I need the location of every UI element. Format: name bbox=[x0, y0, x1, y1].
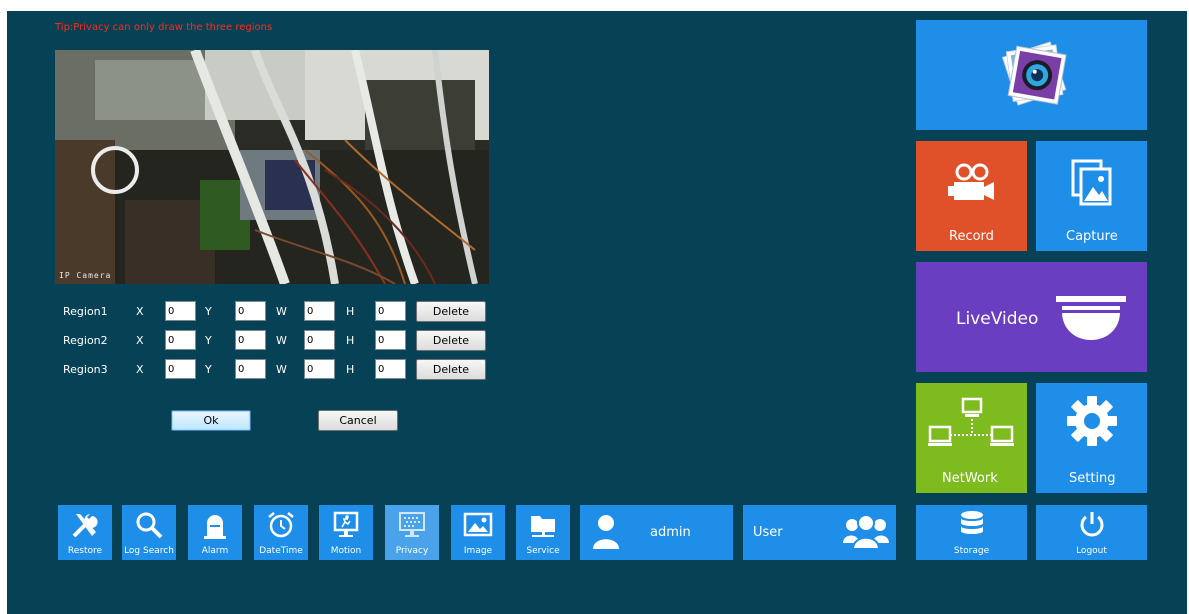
logout-tile[interactable]: Logout bbox=[1036, 505, 1147, 560]
camera-frame-image bbox=[55, 50, 489, 284]
alarm-label: Alarm bbox=[201, 546, 229, 556]
photo-gallery-tile[interactable] bbox=[916, 20, 1147, 130]
record-tile[interactable]: Record bbox=[916, 141, 1027, 251]
region3-w-input[interactable] bbox=[304, 359, 335, 379]
privacy-tip: Tip:Privacy can only draw the three regi… bbox=[55, 22, 273, 33]
user-label: User bbox=[753, 525, 783, 540]
h-label: H bbox=[346, 334, 355, 347]
region2-h-input[interactable] bbox=[375, 330, 406, 350]
motion-tile[interactable]: Motion bbox=[319, 505, 373, 560]
user-avatar-icon bbox=[593, 515, 619, 549]
region2-y-input[interactable] bbox=[235, 330, 266, 350]
search-icon bbox=[136, 512, 163, 539]
w-label: W bbox=[276, 334, 287, 347]
region-label: Region2 bbox=[63, 334, 108, 347]
region2-delete-button[interactable]: Delete bbox=[416, 330, 486, 351]
x-label: X bbox=[136, 363, 144, 376]
privacy-tile[interactable]: Privacy bbox=[385, 505, 439, 560]
region-row-3: Region3 X Y W H Delete bbox=[63, 359, 503, 381]
logout-label: Logout bbox=[1076, 546, 1107, 556]
capture-label: Capture bbox=[1066, 229, 1118, 244]
region1-w-input[interactable] bbox=[304, 301, 335, 321]
camera-osd-label: IP Camera bbox=[59, 271, 112, 280]
image-capture-icon bbox=[1071, 159, 1112, 206]
region-label: Region1 bbox=[63, 305, 108, 318]
motion-icon bbox=[333, 511, 359, 537]
region-label: Region3 bbox=[63, 363, 108, 376]
ok-button[interactable]: Ok bbox=[171, 410, 251, 431]
image-label: Image bbox=[463, 546, 493, 556]
region3-delete-button[interactable]: Delete bbox=[416, 359, 486, 380]
setting-tile[interactable]: Setting bbox=[1036, 383, 1147, 493]
network-label: NetWork bbox=[942, 471, 998, 486]
alarm-light-icon bbox=[204, 515, 226, 539]
livevideo-label: LiveVideo bbox=[956, 309, 1039, 329]
h-label: H bbox=[346, 305, 355, 318]
x-label: X bbox=[136, 305, 144, 318]
restore-tile[interactable]: Restore bbox=[58, 505, 112, 560]
w-label: W bbox=[276, 305, 287, 318]
h-label: H bbox=[346, 363, 355, 376]
tools-icon bbox=[72, 514, 98, 538]
region-row-2: Region2 X Y W H Delete bbox=[63, 330, 503, 352]
region1-delete-button[interactable]: Delete bbox=[416, 301, 486, 322]
record-label: Record bbox=[949, 229, 994, 244]
region2-x-input[interactable] bbox=[165, 330, 196, 350]
livevideo-tile[interactable]: LiveVideo bbox=[916, 262, 1147, 372]
user-tile[interactable]: User bbox=[743, 505, 896, 560]
y-label: Y bbox=[205, 305, 212, 318]
region2-w-input[interactable] bbox=[304, 330, 335, 350]
service-tile[interactable]: Service bbox=[516, 505, 570, 560]
region1-x-input[interactable] bbox=[165, 301, 196, 321]
region1-h-input[interactable] bbox=[375, 301, 406, 321]
folder-icon bbox=[531, 516, 555, 537]
image-icon bbox=[463, 512, 493, 537]
w-label: W bbox=[276, 363, 287, 376]
alarm-tile[interactable]: Alarm bbox=[188, 505, 242, 560]
region3-x-input[interactable] bbox=[165, 359, 196, 379]
power-icon bbox=[1080, 512, 1104, 537]
admin-label: admin bbox=[650, 525, 691, 540]
gear-icon bbox=[1067, 396, 1117, 446]
capture-tile[interactable]: Capture bbox=[1036, 141, 1147, 251]
log-search-label: Log Search bbox=[124, 546, 174, 556]
region1-y-input[interactable] bbox=[235, 301, 266, 321]
database-icon bbox=[961, 511, 983, 534]
x-label: X bbox=[136, 334, 144, 347]
network-icon bbox=[928, 397, 1014, 446]
user-group-icon bbox=[843, 514, 889, 550]
movie-camera-icon bbox=[948, 163, 994, 200]
cancel-button[interactable]: Cancel bbox=[318, 410, 398, 431]
motion-label: Motion bbox=[330, 546, 362, 556]
region3-h-input[interactable] bbox=[375, 359, 406, 379]
y-label: Y bbox=[205, 363, 212, 376]
region3-y-input[interactable] bbox=[235, 359, 266, 379]
privacy-icon bbox=[399, 512, 425, 537]
service-label: Service bbox=[526, 546, 560, 556]
setting-label: Setting bbox=[1069, 471, 1116, 486]
datetime-label: DateTime bbox=[259, 546, 303, 556]
region-row-1: Region1 X Y W H Delete bbox=[63, 301, 503, 323]
network-tile[interactable]: NetWork bbox=[916, 383, 1027, 493]
restore-label: Restore bbox=[67, 546, 103, 556]
y-label: Y bbox=[205, 334, 212, 347]
admin-tile[interactable]: admin bbox=[580, 505, 733, 560]
video-preview[interactable]: IP Camera bbox=[55, 50, 489, 284]
storage-tile[interactable]: Storage bbox=[916, 505, 1027, 560]
storage-label: Storage bbox=[953, 546, 990, 556]
datetime-tile[interactable]: DateTime bbox=[254, 505, 308, 560]
privacy-label: Privacy bbox=[395, 546, 429, 556]
dome-camera-icon bbox=[1056, 296, 1126, 340]
alarm-clock-icon bbox=[268, 512, 294, 538]
log-search-tile[interactable]: Log Search bbox=[122, 505, 176, 560]
image-tile[interactable]: Image bbox=[451, 505, 505, 560]
photo-stack-icon bbox=[1001, 41, 1067, 106]
